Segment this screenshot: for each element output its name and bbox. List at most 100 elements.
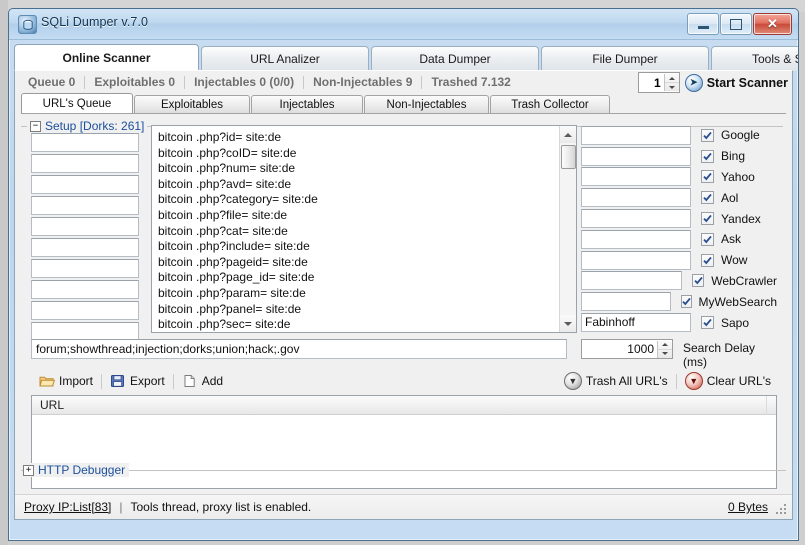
dorks-scrollbar[interactable]	[559, 126, 576, 332]
subtab-non-injectables[interactable]: Non-Injectables	[364, 95, 489, 114]
threads-stepper[interactable]: 1	[638, 72, 680, 93]
engine-checkbox-aol[interactable]	[701, 191, 714, 204]
export-label: Export	[130, 374, 165, 388]
left-field-input[interactable]	[31, 280, 139, 299]
engine-field-webcrawler[interactable]	[581, 271, 682, 290]
status-divider: |	[119, 500, 122, 514]
engine-checkbox-mywebsearch[interactable]	[681, 295, 692, 308]
clear-urls-button[interactable]: ▼ Clear URL's	[677, 372, 779, 390]
dork-item[interactable]: bitcoin .php?id= site:de	[158, 130, 559, 146]
dork-item[interactable]: bitcoin .php?avd= site:de	[158, 177, 559, 193]
minimize-button[interactable]	[687, 13, 719, 35]
trash-all-urls-button[interactable]: ▼ Trash All URL's	[556, 372, 676, 390]
left-field-input[interactable]	[31, 301, 139, 320]
dork-item[interactable]: bitcoin .php?panel= site:de	[158, 302, 559, 318]
tab-online-scanner[interactable]: Online Scanner	[14, 44, 199, 71]
subtab-trash-collector[interactable]: Trash Collector	[490, 95, 610, 114]
setup-header[interactable]: − Setup [Dorks: 261]	[27, 119, 147, 133]
proxy-list-link[interactable]: Proxy IP:List[83]	[24, 500, 111, 514]
threads-spin-arrows[interactable]	[664, 74, 679, 91]
engine-checkbox-yahoo[interactable]	[701, 170, 714, 183]
dork-item[interactable]: bitcoin .php?page_id= site:de	[158, 270, 559, 286]
tab-file-dumper[interactable]: File Dumper	[541, 46, 709, 71]
http-debugger-header[interactable]: + HTTP Debugger	[23, 463, 129, 477]
dork-item[interactable]: bitcoin .php?category= site:de	[158, 192, 559, 208]
engine-row-bing: Bing	[581, 146, 777, 167]
dork-item[interactable]: bitcoin .php?sec= site:de	[158, 317, 559, 332]
subtab-injectables[interactable]: Injectables	[251, 95, 363, 114]
urls-toolbar-right: ▼ Trash All URL's ▼ Clear URL's	[556, 369, 779, 393]
left-field-input[interactable]	[31, 217, 139, 236]
scroll-up-button[interactable]	[560, 126, 576, 143]
keywords-input[interactable]: forum;showthread;injection;dorks;union;h…	[31, 339, 567, 359]
dork-item[interactable]: bitcoin .php?pageid= site:de	[158, 255, 559, 271]
left-field-input[interactable]	[31, 238, 139, 257]
status-message: Tools thread, proxy list is enabled.	[131, 500, 312, 514]
close-button[interactable]: ✕	[753, 13, 792, 35]
engine-checkbox-yandex[interactable]	[701, 212, 714, 225]
urls-column-url[interactable]: URL	[32, 396, 767, 415]
subtab-exploitables[interactable]: Exploitables	[134, 95, 250, 114]
maximize-icon	[730, 19, 742, 30]
left-field-input[interactable]	[31, 133, 139, 152]
engine-field-aol[interactable]	[581, 188, 691, 207]
setup-group: − Setup [Dorks: 261] bitcoin .ph	[21, 121, 783, 411]
bytes-counter[interactable]: 0 Bytes	[728, 500, 768, 514]
resize-grip[interactable]	[776, 504, 788, 516]
import-button[interactable]: Import	[31, 374, 101, 388]
tab-data-dumper-label: Data Dumper	[419, 52, 490, 66]
engine-checkbox-wow[interactable]	[701, 254, 714, 267]
tab-data-dumper[interactable]: Data Dumper	[371, 46, 539, 71]
engine-checkbox-bing[interactable]	[701, 150, 714, 163]
start-scanner-button[interactable]: ➤ Start Scanner	[685, 74, 788, 92]
search-delay-stepper[interactable]: 1000	[581, 339, 673, 359]
subtab-urls-queue-label: URL's Queue	[43, 98, 112, 110]
engine-row-wow: Wow	[581, 250, 777, 271]
left-field-input[interactable]	[31, 154, 139, 173]
engine-field-sapo[interactable]: Fabinhoff	[581, 313, 691, 332]
engine-checkbox-ask[interactable]	[701, 233, 714, 246]
engine-row-google: Google	[581, 125, 777, 146]
dork-item[interactable]: bitcoin .php?include= site:de	[158, 239, 559, 255]
setup-collapse-icon[interactable]: −	[30, 121, 41, 132]
threads-decrement[interactable]	[665, 83, 679, 91]
export-button[interactable]: Export	[102, 374, 173, 388]
engine-checkbox-sapo[interactable]	[701, 316, 714, 329]
engine-field-ask[interactable]	[581, 230, 691, 249]
dorks-list[interactable]: bitcoin .php?id= site:de bitcoin .php?co…	[152, 126, 559, 332]
maximize-button[interactable]	[720, 13, 752, 35]
dork-item[interactable]: bitcoin .php?coID= site:de	[158, 146, 559, 162]
tab-url-analizer[interactable]: URL Analizer	[201, 46, 369, 71]
search-delay-increment[interactable]	[658, 341, 672, 350]
engine-checkbox-google[interactable]	[701, 129, 714, 142]
arrow-circle-icon: ➤	[685, 74, 703, 92]
dork-item[interactable]: bitcoin .php?num= site:de	[158, 161, 559, 177]
search-delay-decrement[interactable]	[658, 350, 672, 358]
dork-item[interactable]: bitcoin .php?cat= site:de	[158, 224, 559, 240]
tab-tools-settings[interactable]: Tools & Settings	[711, 46, 799, 71]
engine-field-wow[interactable]	[581, 251, 691, 270]
engine-field-mywebsearch[interactable]	[581, 292, 671, 311]
engine-field-yandex[interactable]	[581, 209, 691, 228]
dorks-list-box[interactable]: bitcoin .php?id= site:de bitcoin .php?co…	[151, 125, 577, 333]
subtab-urls-queue[interactable]: URL's Queue	[21, 93, 133, 114]
engine-field-yahoo[interactable]	[581, 167, 691, 186]
engine-checkbox-webcrawler[interactable]	[692, 274, 704, 287]
http-debugger-expand-icon[interactable]: +	[23, 465, 34, 476]
left-field-input[interactable]	[31, 175, 139, 194]
desktop-left-strip	[0, 0, 8, 545]
scrollbar-thumb[interactable]	[561, 145, 576, 169]
left-field-input[interactable]	[31, 196, 139, 215]
clear-circle-icon: ▼	[685, 372, 703, 390]
dork-item[interactable]: bitcoin .php?file= site:de	[158, 208, 559, 224]
left-field-input[interactable]	[31, 259, 139, 278]
counter-queue: Queue 0	[19, 75, 84, 89]
dork-item[interactable]: bitcoin .php?param= site:de	[158, 286, 559, 302]
engine-field-google[interactable]	[581, 126, 691, 145]
threads-increment[interactable]	[665, 74, 679, 83]
engine-field-bing[interactable]	[581, 147, 691, 166]
scroll-down-button[interactable]	[560, 315, 576, 332]
search-delay-spin-arrows[interactable]	[657, 341, 672, 358]
add-button[interactable]: Add	[174, 374, 231, 388]
add-label: Add	[202, 374, 223, 388]
